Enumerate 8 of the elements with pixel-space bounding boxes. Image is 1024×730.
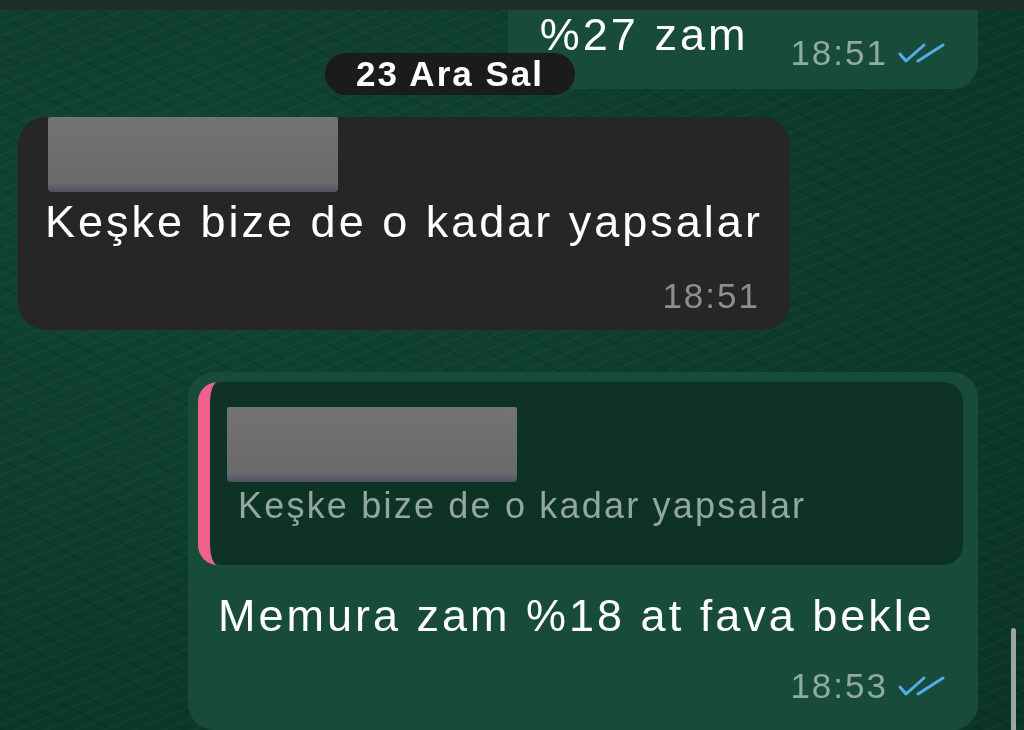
message-time: 18:51: [790, 33, 888, 73]
quoted-text: Keşke bize de o kadar yapsalar: [238, 485, 808, 527]
message-text: Memura zam %18 at fava bekle: [218, 590, 935, 642]
message-text: Keşke bize de o kadar yapsalar: [45, 196, 763, 248]
message-time: 18:51: [662, 276, 760, 316]
message-time: 18:53: [790, 666, 888, 706]
date-separator: 23 Ara Sal: [325, 53, 575, 95]
reply-quote[interactable]: Keşke bize de o kadar yapsalar: [198, 382, 963, 565]
